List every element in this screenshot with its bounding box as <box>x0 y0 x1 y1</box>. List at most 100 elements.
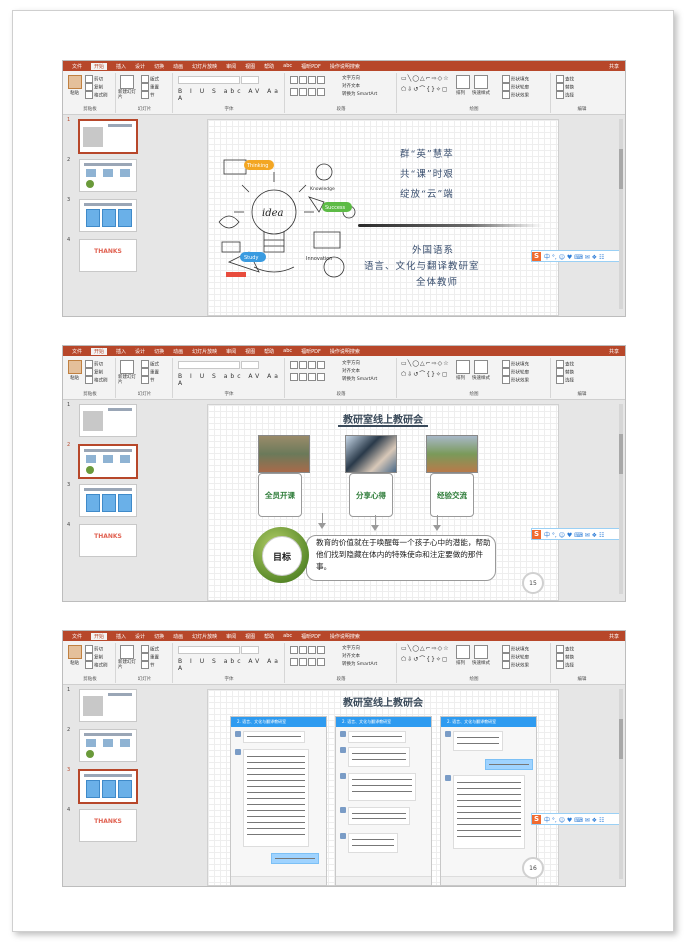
section-button[interactable]: 节 <box>141 91 155 99</box>
font-size-field[interactable] <box>241 361 259 369</box>
tab-help[interactable]: 帮助 <box>264 348 274 355</box>
layout-button[interactable]: 版式 <box>141 75 159 83</box>
cut-button[interactable]: 剪切 <box>85 360 103 368</box>
thumbnail-slide-3[interactable] <box>78 769 138 804</box>
layout-button[interactable]: 版式 <box>141 645 159 653</box>
tab-slideshow[interactable]: 幻灯片放映 <box>192 633 217 640</box>
scrollbar-thumb[interactable] <box>619 719 623 759</box>
format-buttons[interactable]: B I U S abc AV Aa A <box>178 658 284 672</box>
align-buttons[interactable] <box>290 373 326 381</box>
select-button[interactable]: 选择 <box>556 376 574 384</box>
thumbnail-slide-3[interactable] <box>79 484 137 517</box>
list-buttons[interactable] <box>290 76 326 84</box>
format-buttons[interactable]: B I U S abc AV Aa A <box>178 373 284 387</box>
thumbnail-slide-1[interactable] <box>79 689 137 722</box>
cut-button[interactable]: 剪切 <box>85 645 103 653</box>
tab-abc[interactable]: abc <box>283 63 292 69</box>
tell-me-search[interactable]: 操作说明搜索 <box>330 633 360 640</box>
vertical-scrollbar[interactable] <box>619 689 623 879</box>
ime-tools[interactable]: 中 °, ☺ ♥ ⌨ ✉ ❖ ☷ <box>544 815 604 824</box>
cut-button[interactable]: 剪切 <box>85 75 103 83</box>
shape-effects-button[interactable]: 形状效果 <box>502 376 529 384</box>
tab-home[interactable]: 开始 <box>91 347 108 355</box>
ime-tools[interactable]: 中 °, ☺ ♥ ⌨ ✉ ❖ ☷ <box>544 252 604 261</box>
sogou-ime-toolbar[interactable]: S中 °, ☺ ♥ ⌨ ✉ ❖ ☷ <box>531 813 623 825</box>
ime-tools[interactable]: 中 °, ☺ ♥ ⌨ ✉ ❖ ☷ <box>544 530 604 539</box>
text-direction-button[interactable]: 文字方向 <box>342 360 360 366</box>
smartart-button[interactable]: 转换为 SmartArt <box>342 91 377 97</box>
copy-button[interactable]: 复制 <box>85 83 103 91</box>
new-slide-button[interactable] <box>120 75 135 89</box>
section-button[interactable]: 节 <box>141 376 155 384</box>
paste-button[interactable] <box>68 645 83 659</box>
align-text-button[interactable]: 对齐文本 <box>342 368 360 374</box>
tab-design[interactable]: 设计 <box>135 633 145 640</box>
reset-button[interactable]: 重置 <box>141 653 159 661</box>
new-slide-button[interactable] <box>120 360 135 374</box>
format-painter-button[interactable]: 格式刷 <box>85 661 108 669</box>
shapes-gallery-row2[interactable]: ⬠⇩↺⌒{}✧▢ <box>401 84 449 93</box>
shape-fill-button[interactable]: 形状填充 <box>502 360 529 368</box>
list-buttons[interactable] <box>290 646 326 654</box>
new-slide-button[interactable] <box>120 645 135 659</box>
vertical-scrollbar[interactable] <box>619 119 623 309</box>
thumbnail-slide-1[interactable] <box>79 404 137 437</box>
thumbnail-slide-4[interactable]: THANKS <box>79 239 137 272</box>
text-direction-button[interactable]: 文字方向 <box>342 75 360 81</box>
tab-home[interactable]: 开始 <box>91 632 108 640</box>
text-direction-button[interactable]: 文字方向 <box>342 645 360 651</box>
tab-insert[interactable]: 插入 <box>116 633 126 640</box>
shapes-gallery[interactable]: ▭╲◯△⌐⇨◇☆ <box>401 360 450 367</box>
shape-effects-button[interactable]: 形状效果 <box>502 91 529 99</box>
tab-animations[interactable]: 动画 <box>173 63 183 70</box>
tab-insert[interactable]: 插入 <box>116 348 126 355</box>
shape-outline-button[interactable]: 形状轮廓 <box>502 653 529 661</box>
tab-file[interactable]: 文件 <box>72 348 82 355</box>
tab-review[interactable]: 审阅 <box>226 63 236 70</box>
tab-review[interactable]: 审阅 <box>226 348 236 355</box>
scrollbar-thumb[interactable] <box>619 434 623 474</box>
replace-button[interactable]: 替换 <box>556 83 574 91</box>
share-button[interactable]: 共享 <box>609 63 619 70</box>
align-text-button[interactable]: 对齐文本 <box>342 83 360 89</box>
paste-button[interactable] <box>68 360 83 374</box>
tab-pdf[interactable]: 福昕PDF <box>301 63 321 70</box>
tab-animations[interactable]: 动画 <box>173 348 183 355</box>
tab-abc[interactable]: abc <box>283 633 292 639</box>
thumbnail-slide-2[interactable] <box>78 444 138 479</box>
find-button[interactable]: 查找 <box>556 75 574 83</box>
quick-styles-button[interactable] <box>474 75 489 89</box>
tab-view[interactable]: 视图 <box>245 348 255 355</box>
format-buttons[interactable]: B I U S abc AV Aa A <box>178 88 284 102</box>
smartart-button[interactable]: 转换为 SmartArt <box>342 661 377 667</box>
share-button[interactable]: 共享 <box>609 348 619 355</box>
tab-slideshow[interactable]: 幻灯片放映 <box>192 63 217 70</box>
shapes-gallery[interactable]: ▭╲◯△⌐⇨◇☆ <box>401 75 450 82</box>
tell-me-search[interactable]: 操作说明搜索 <box>330 63 360 70</box>
copy-button[interactable]: 复制 <box>85 368 103 376</box>
tab-view[interactable]: 视图 <box>245 633 255 640</box>
list-buttons[interactable] <box>290 361 326 369</box>
font-size-field[interactable] <box>241 76 259 84</box>
vertical-scrollbar[interactable] <box>619 404 623 594</box>
shapes-gallery[interactable]: ▭╲◯△⌐⇨◇☆ <box>401 645 450 652</box>
reset-button[interactable]: 重置 <box>141 83 159 91</box>
tab-review[interactable]: 审阅 <box>226 633 236 640</box>
sogou-ime-toolbar[interactable]: S中 °, ☺ ♥ ⌨ ✉ ❖ ☷ <box>531 528 623 540</box>
replace-button[interactable]: 替换 <box>556 368 574 376</box>
thumbnail-slide-1[interactable] <box>78 119 138 154</box>
tab-help[interactable]: 帮助 <box>264 63 274 70</box>
thumbnail-slide-2[interactable] <box>79 159 137 192</box>
tab-pdf[interactable]: 福昕PDF <box>301 348 321 355</box>
align-text-button[interactable]: 对齐文本 <box>342 653 360 659</box>
sogou-ime-toolbar[interactable]: S中 °, ☺ ♥ ⌨ ✉ ❖ ☷ <box>531 250 623 262</box>
shape-outline-button[interactable]: 形状轮廓 <box>502 83 529 91</box>
quick-styles-button[interactable] <box>474 645 489 659</box>
select-button[interactable]: 选择 <box>556 91 574 99</box>
select-button[interactable]: 选择 <box>556 661 574 669</box>
quick-styles-button[interactable] <box>474 360 489 374</box>
slide[interactable]: 教研室线上教研会 2. 语言、文化与翻译教研室 2. 语言、文化与翻译教研室 2… <box>207 689 559 886</box>
tab-view[interactable]: 视图 <box>245 63 255 70</box>
tab-transitions[interactable]: 切换 <box>154 63 164 70</box>
shape-outline-button[interactable]: 形状轮廓 <box>502 368 529 376</box>
